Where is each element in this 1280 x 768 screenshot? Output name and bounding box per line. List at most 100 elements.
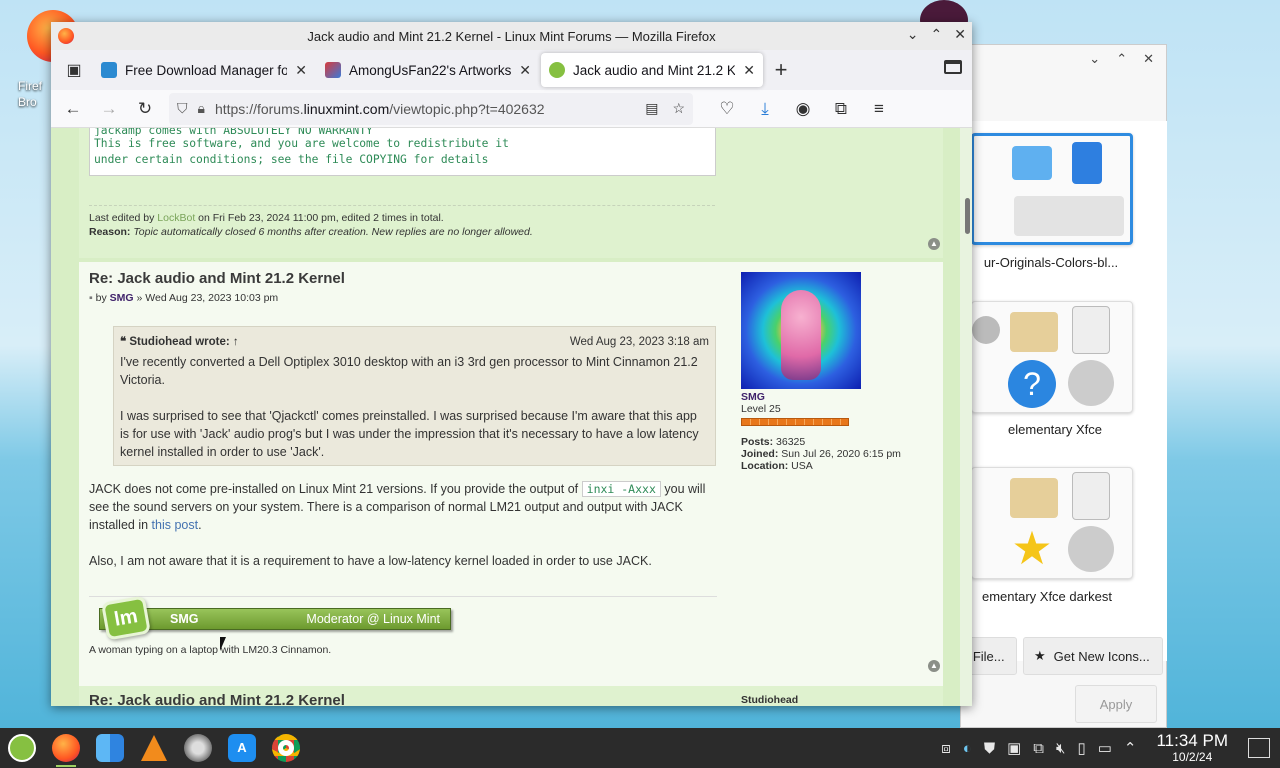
tab-free-download-manager[interactable]: Free Download Manager fo ✕ [93, 53, 315, 87]
profile-rank: Level 25 [741, 403, 781, 415]
edit-note: Last edited by LockBot on Fri Feb 23, 20… [89, 211, 533, 239]
menu-icon[interactable]: ≡ [863, 94, 895, 124]
maximize-icon[interactable]: ⌃ [931, 26, 943, 43]
url-host: linuxmint.com [303, 100, 390, 117]
location-label: Location: [741, 460, 789, 472]
reason-text: Topic automatically closed 6 months afte… [130, 226, 533, 238]
folder-icon [1010, 312, 1058, 352]
star-icon: ★ [1011, 522, 1053, 574]
new-tab-icon[interactable]: + [765, 54, 797, 86]
post-icon[interactable]: ▪ [89, 292, 93, 304]
forum-post: Re: Jack audio and Mint 21.2 Kernel Stud… [79, 686, 943, 706]
taskbar-files[interactable] [92, 730, 128, 766]
apply-button[interactable]: Apply [1075, 685, 1157, 723]
firefox-view-icon[interactable] [944, 60, 962, 74]
taskbar-settings[interactable] [180, 730, 216, 766]
close-icon[interactable]: ✕ [954, 26, 966, 43]
theme-card-elementary-xfce-darkest[interactable]: ★ [971, 467, 1133, 579]
tab-jack-audio[interactable]: Jack audio and Mint 21.2 K ✕ [541, 53, 763, 87]
quote-paragraph: I was surprised to see that 'Qjackctl' c… [120, 409, 699, 459]
location-value: USA [788, 460, 813, 472]
theme-label: ur-Originals-Colors-bl... [983, 255, 1119, 270]
posts-value[interactable]: 36325 [773, 436, 805, 448]
firefox-icon [58, 28, 74, 44]
avatar-figure [781, 290, 821, 380]
screenshot-icon[interactable]: ⧈ [941, 740, 951, 757]
back-icon[interactable]: ← [57, 94, 89, 124]
bookmark-star-icon[interactable]: ☆ [672, 100, 685, 117]
close-tab-icon[interactable]: ✕ [295, 62, 307, 79]
post-body: JACK does not come pre-installed on Linu… [89, 480, 719, 534]
new-icons-label: Get New Icons... [1053, 648, 1150, 664]
volume-muted-icon[interactable]: 🔇︎ [1056, 740, 1065, 757]
window-titlebar[interactable]: Jack audio and Mint 21.2 Kernel - Linux … [51, 22, 972, 50]
back-to-top-icon[interactable]: ▲ [928, 238, 940, 250]
taskbar-chrome[interactable] [268, 730, 304, 766]
profile-name[interactable]: SMG [741, 391, 941, 403]
close-tab-icon[interactable]: ✕ [519, 62, 531, 79]
clock[interactable]: 11:34 PM 10/2/24 [1156, 732, 1228, 765]
tab-title: AmongUsFan22's Artworks [349, 62, 512, 78]
back-to-top-icon[interactable]: ▲ [928, 660, 940, 672]
url-path: /viewtopic.php?t=402632 [389, 100, 545, 117]
theme-label: elementary Xfce [1008, 422, 1102, 437]
account-icon[interactable]: ◉ [787, 94, 819, 124]
forum-post: Re: Jack audio and Mint 21.2 Kernel ▪ by… [79, 262, 943, 694]
avatar[interactable] [741, 272, 861, 389]
posts-label: Posts: [741, 436, 774, 448]
theme-card-originals[interactable] [971, 133, 1133, 245]
page-content: jackamp comes with ABSOLUTELY NO WARRANT… [51, 128, 972, 706]
document-icon [1072, 142, 1102, 184]
scrollbar[interactable] [960, 128, 972, 706]
tab-title: Jack audio and Mint 21.2 K [573, 62, 736, 78]
shield-icon[interactable]: ⛉ [177, 100, 188, 117]
post-title[interactable]: Re: Jack audio and Mint 21.2 Kernel [89, 270, 345, 287]
author-link[interactable]: SMG [110, 292, 134, 304]
theme-card-elementary-xfce[interactable]: ? [971, 301, 1133, 413]
show-desktop-button[interactable] [1248, 738, 1270, 758]
vlc-icon [141, 735, 167, 761]
mint-menu-button[interactable] [4, 730, 40, 766]
minimize-icon[interactable]: ⌄ [907, 26, 919, 43]
close-icon[interactable]: ✕ [1143, 51, 1154, 69]
reload-icon[interactable]: ↻ [129, 94, 161, 124]
rank-bar [741, 418, 849, 426]
taskbar-app-store[interactable]: A [224, 730, 260, 766]
downloads-icon[interactable]: ⤓ [749, 94, 781, 124]
weather-icon[interactable]: ◐ [963, 740, 972, 757]
url-bar[interactable]: ⛉ 🔒︎ https://forums.linuxmint.com/viewto… [169, 92, 693, 125]
taskbar-vlc[interactable] [136, 730, 172, 766]
profile-name[interactable]: Studiohead [741, 694, 798, 706]
taskbar-firefox[interactable] [48, 730, 84, 767]
maximize-icon[interactable]: ⌃ [1116, 51, 1127, 69]
battery-icon[interactable]: ▯ [1077, 739, 1085, 757]
vpn-shield-icon[interactable]: ⛊ [984, 740, 995, 757]
files-icon[interactable]: ⧉ [1033, 740, 1044, 757]
scrollbar-thumb[interactable] [965, 198, 970, 234]
reader-view-icon[interactable]: ▤ [645, 100, 658, 117]
tab-amongusfan-artworks[interactable]: AmongUsFan22's Artworks ✕ [317, 53, 539, 87]
close-tab-icon[interactable]: ✕ [743, 62, 755, 79]
edit-user-link[interactable]: LockBot [157, 212, 195, 224]
tab-strip: ▣ Free Download Manager fo ✕ AmongUsFan2… [51, 50, 972, 90]
reason-label: Reason: [89, 226, 131, 238]
forward-icon[interactable]: → [93, 94, 125, 124]
get-new-icons-button[interactable]: ★ Get New Icons... [1023, 637, 1163, 675]
this-post-link[interactable]: this post [152, 518, 199, 532]
star-icon: ★ [1034, 648, 1046, 663]
extensions-icon[interactable]: ⧉ [825, 94, 857, 124]
joined-label: Joined: [741, 448, 779, 460]
finder-icon [96, 734, 124, 762]
chevron-up-icon[interactable]: ⌃ [1124, 739, 1137, 757]
forum-post: jackamp comes with ABSOLUTELY NO WARRANT… [79, 128, 943, 258]
pocket-icon[interactable]: ♡ [711, 94, 743, 124]
minimize-icon[interactable]: ⌄ [1089, 51, 1100, 69]
clipboard-icon[interactable]: ▣ [1007, 739, 1021, 757]
document-icon [1072, 472, 1110, 520]
display-icon[interactable]: ▭ [1098, 739, 1112, 757]
tab-list-icon[interactable]: ▣ [57, 54, 91, 86]
quote-author[interactable]: Studiohead wrote: ↑ [129, 336, 238, 348]
post-title[interactable]: Re: Jack audio and Mint 21.2 Kernel [89, 692, 345, 706]
lock-icon[interactable]: 🔒︎ [198, 100, 205, 117]
appearance-settings-window: ⌄ ⌃ ✕ ur-Originals-Colors-bl... ? elemen… [960, 44, 1167, 728]
